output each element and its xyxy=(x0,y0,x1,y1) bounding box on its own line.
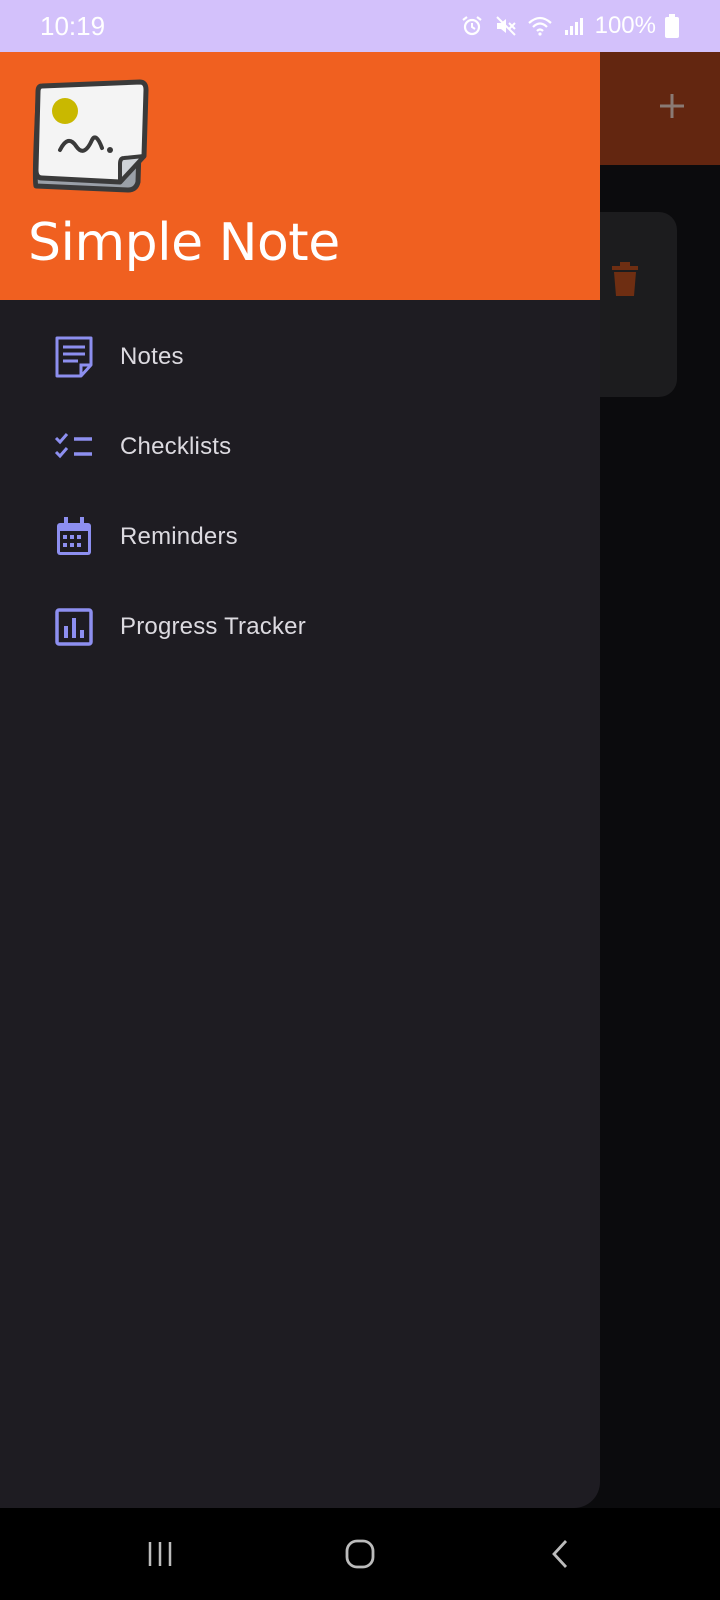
checklist-icon xyxy=(52,425,96,469)
recents-icon xyxy=(148,1542,172,1566)
drawer-item-label: Progress Tracker xyxy=(120,613,306,640)
battery-icon xyxy=(664,13,680,39)
battery-percent: 100% xyxy=(594,12,656,39)
drawer-item-reminders[interactable]: Reminders xyxy=(0,492,600,582)
system-navigation-bar xyxy=(0,1508,720,1600)
note-icon xyxy=(52,335,96,379)
status-icons: 100% xyxy=(459,12,680,40)
drawer-item-notes[interactable]: Notes xyxy=(0,312,600,402)
drawer-item-label: Reminders xyxy=(120,523,238,550)
mute-icon xyxy=(493,13,519,39)
back-button[interactable] xyxy=(530,1524,590,1584)
drawer-item-label: Checklists xyxy=(120,433,232,460)
app-logo xyxy=(28,72,152,196)
calendar-icon xyxy=(52,515,96,559)
alarm-icon xyxy=(459,13,485,39)
drawer-item-checklists[interactable]: Checklists xyxy=(0,402,600,492)
home-button[interactable] xyxy=(330,1524,390,1584)
app-title: Simple Note xyxy=(28,213,340,273)
chart-icon xyxy=(52,605,96,649)
drawer-item-progress-tracker[interactable]: Progress Tracker xyxy=(0,582,600,672)
back-icon xyxy=(552,1540,568,1568)
navigation-drawer: Simple Note Notes Checklists Reminders P… xyxy=(0,45,600,1508)
wifi-icon xyxy=(527,13,553,39)
recents-button[interactable] xyxy=(130,1524,190,1584)
status-time: 10:19 xyxy=(40,10,106,41)
plus-icon xyxy=(660,94,684,118)
drawer-item-label: Notes xyxy=(120,343,184,370)
home-icon xyxy=(345,1539,375,1569)
add-note-button[interactable] xyxy=(652,86,692,126)
signal-icon xyxy=(561,13,587,39)
trash-icon[interactable] xyxy=(610,262,640,298)
status-bar: 10:19 100% xyxy=(0,0,720,52)
drawer-menu: Notes Checklists Reminders Progress Trac… xyxy=(0,300,600,672)
drawer-header: Simple Note xyxy=(0,45,600,300)
